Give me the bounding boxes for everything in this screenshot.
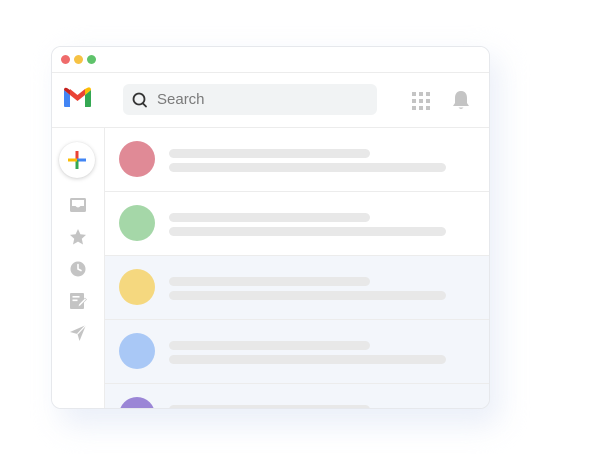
star-icon[interactable] <box>69 228 87 246</box>
preview-placeholder <box>169 163 446 172</box>
avatar <box>119 333 155 369</box>
title-bar <box>52 47 489 73</box>
apps-grid-icon[interactable] <box>412 92 430 110</box>
subject-placeholder <box>169 149 370 158</box>
search-icon <box>132 92 147 108</box>
email-row[interactable] <box>105 192 489 256</box>
email-list <box>105 128 489 408</box>
email-row[interactable] <box>105 384 489 408</box>
close-window-button[interactable] <box>61 55 70 64</box>
subject-placeholder <box>169 341 370 350</box>
avatar <box>119 141 155 177</box>
clock-icon[interactable] <box>69 260 87 278</box>
email-row[interactable] <box>105 128 489 192</box>
avatar <box>119 269 155 305</box>
inbox-icon[interactable] <box>69 196 87 214</box>
bell-icon[interactable] <box>451 89 471 111</box>
plus-icon <box>68 151 86 169</box>
email-row[interactable] <box>105 320 489 384</box>
subject-placeholder <box>169 405 370 408</box>
sidebar <box>52 128 105 408</box>
send-icon[interactable] <box>69 324 87 342</box>
subject-placeholder <box>169 277 370 286</box>
search-bar[interactable]: Search <box>123 84 377 115</box>
preview-placeholder <box>169 227 446 236</box>
email-row[interactable] <box>105 256 489 320</box>
preview-placeholder <box>169 355 446 364</box>
app-header: Search <box>52 73 489 128</box>
app-window: Search <box>51 46 490 409</box>
maximize-window-button[interactable] <box>87 55 96 64</box>
compose-button[interactable] <box>59 142 95 178</box>
draft-icon[interactable] <box>69 292 87 310</box>
avatar <box>119 205 155 241</box>
preview-placeholder <box>169 291 446 300</box>
subject-placeholder <box>169 213 370 222</box>
minimize-window-button[interactable] <box>74 55 83 64</box>
gmail-logo-icon[interactable] <box>63 86 92 108</box>
avatar <box>119 397 155 408</box>
search-input[interactable]: Search <box>157 84 205 115</box>
